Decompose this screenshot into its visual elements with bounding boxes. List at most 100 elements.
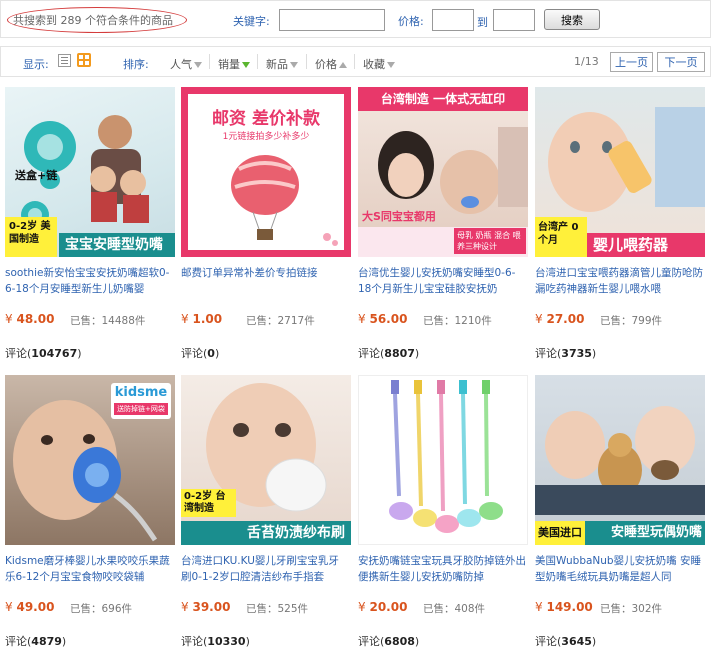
currency-symbol: ¥ [535,600,543,614]
baby-toothbrush-photo [206,383,327,512]
product-title-link[interactable]: 台湾进口KU.KU婴儿牙刷宝宝乳牙刷0-1-2岁口腔清洁纱布手指套 [181,553,349,585]
product-title-link[interactable]: 美国WubbaNub婴儿安抚奶嘴 安睡型奶嘴毛绒玩具奶嘴是超人同 [535,553,703,585]
product-price: ¥ 56.00 [358,312,407,326]
sort-price[interactable]: 价格 [315,56,347,72]
price-value: 49.00 [16,600,55,614]
comments-count[interactable]: 评论(10330) [181,633,250,649]
age-badge: 美国进口 [535,521,585,545]
comments-value: 6808 [384,635,415,648]
baby-plush-pacifier-photo [535,406,705,515]
price-value: 39.00 [192,600,231,614]
sort-new[interactable]: 新品 [266,56,298,72]
comments-value: 3645 [561,635,592,648]
product-image[interactable]: 台湾制造 一体式无缸印 大S同宝宝都用 母乳 奶瓶 混合 喂养三种设计 [358,87,528,257]
comments-label: 评论 [181,635,203,648]
price-label: 价格: [398,15,424,28]
product-image[interactable]: 送盒+链 0-2岁 美国制造 宝宝安睡型奶嘴 [5,87,175,257]
product-title-link[interactable]: 台湾进口宝宝喂药器滴管儿童防呛防漏吃药神器新生婴儿喂水喂 [535,265,703,297]
price-to-label: 到 [477,16,488,29]
price-value: 27.00 [546,312,585,326]
sort-divider [354,54,355,69]
age-badge: 台湾产 0个月 [535,217,587,257]
product-image[interactable]: 邮资 差价补款 1元链接拍多少补多少 [181,87,351,257]
product-image[interactable] [358,375,528,545]
product-image[interactable]: kidsme 送防掉链+网袋 [5,375,175,545]
age-badge: 0-2岁 美国制造 [5,217,57,257]
comments-value: 8807 [384,347,415,360]
product-image-banner: 宝宝安睡型奶嘴 [59,233,175,257]
product-title-link[interactable]: Kidsme磨牙棒婴儿水果咬咬乐果蔬乐6-12个月宝宝食物咬咬袋辅 [5,553,173,585]
comments-label: 评论 [181,347,203,360]
comments-count[interactable]: 评论(8807) [358,345,419,361]
comments-label: 评论 [5,635,27,648]
price-max-input[interactable] [493,9,535,31]
grid-view-icon[interactable] [77,53,91,67]
comments-count[interactable]: 评论(104767) [5,345,82,361]
product-image-overlay: 大S同宝宝都用 [362,210,436,223]
product-title-link[interactable]: 邮费订单异常补差价专拍链接 [181,265,349,297]
sort-sales-label: 销量 [218,58,240,71]
price-value: 56.00 [369,312,408,326]
comments-label: 评论 [5,347,27,360]
sort-down-arrow-icon [242,62,250,68]
product-image-banner: 安睡型玩偶奶嘴 [610,525,702,540]
sort-favorites[interactable]: 收藏 [363,56,395,72]
currency-symbol: ¥ [358,312,366,326]
comments-value: 3735 [561,347,592,360]
page-indicator: 1/13 [574,55,599,68]
product-image-subline: 母乳 奶瓶 混合 喂养三种设计 [454,228,526,254]
comments-count[interactable]: 评论(6808) [358,633,419,649]
sort-down-arrow-icon [290,62,298,68]
currency-symbol: ¥ [5,600,13,614]
comments-count[interactable]: 评论(3735) [535,345,596,361]
product-image-banner: 舌苔奶渍纱布刷 [181,521,351,545]
brand-logo-panel: kidsme 送防掉链+网袋 [111,383,171,419]
sort-label: 排序: [123,58,149,71]
sold-count: 已售：1210件 [423,315,492,327]
keyword-input[interactable] [279,9,385,31]
product-title-link[interactable]: 台湾优生婴儿安抚奶嘴安睡型0-6-18个月新生儿宝宝硅胶安抚奶 [358,265,526,297]
comments-label: 评论 [535,347,557,360]
currency-symbol: ¥ [535,312,543,326]
sort-down-arrow-icon [387,62,395,68]
product-price: ¥ 149.00 [535,600,593,614]
price-value: 48.00 [16,312,55,326]
comments-value: 4879 [31,635,62,648]
price-min-input[interactable] [432,9,474,31]
currency-symbol: ¥ [181,600,189,614]
price-value: 20.00 [369,600,408,614]
display-label: 显示: [23,58,49,71]
list-view-icon[interactable] [58,54,71,67]
search-button[interactable]: 搜索 [544,9,600,30]
product-image[interactable]: 0-2岁 台湾制造 舌苔奶渍纱布刷 [181,375,351,545]
prev-page-button[interactable]: 上一页 [610,52,653,72]
age-badge: 0-2岁 台湾制造 [181,489,236,517]
comments-count[interactable]: 评论(3645) [535,633,596,649]
sort-sales[interactable]: 销量 [218,56,250,72]
sort-new-label: 新品 [266,58,288,71]
currency-symbol: ¥ [358,600,366,614]
product-image[interactable]: 美国进口 安睡型玩偶奶嘴 [535,375,705,545]
product-price: ¥ 48.00 [5,312,54,326]
product-price: ¥ 1.00 [181,312,222,326]
comments-label: 评论 [358,347,380,360]
comments-label: 评论 [535,635,557,648]
sort-popularity-label: 人气 [170,58,192,71]
sort-popularity[interactable]: 人气 [170,56,202,72]
product-image-banner: 婴儿喂药器 [587,233,705,257]
product-price: ¥ 39.00 [181,600,230,614]
next-page-button[interactable]: 下一页 [657,52,705,72]
product-image[interactable]: 台湾产 0个月 婴儿喂药器 [535,87,705,257]
sold-count: 已售：525件 [246,603,309,615]
product-title-link[interactable]: soothie新安怡宝宝安抚奶嘴超软0-6-18个月安睡型新生儿奶嘴婴 [5,265,173,297]
balloon-illustration [231,155,338,246]
product-title-link[interactable]: 安抚奶嘴链宝宝玩具牙胶防掉链外出便携新生婴儿安抚奶嘴防掉 [358,553,526,585]
sold-count: 已售：2717件 [246,315,315,327]
brand-logo: kidsme [114,385,168,400]
sort-up-arrow-icon [339,62,347,68]
comments-count[interactable]: 评论(4879) [5,633,66,649]
comments-count[interactable]: 评论(0) [181,345,219,361]
search-bar: 共搜索到 289 个符合条件的商品 关键字: 价格: 到 搜索 [0,0,711,38]
pacifier-clips-photo [389,380,503,533]
sort-favorites-label: 收藏 [363,58,385,71]
